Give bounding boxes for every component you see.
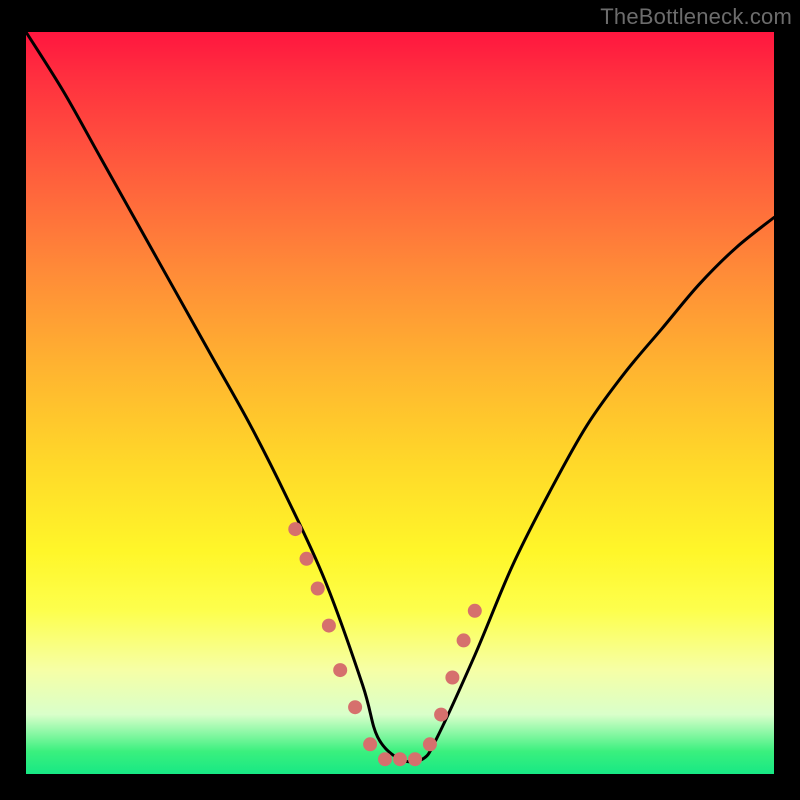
highlight-dot [445,671,459,685]
chart-plot-area [26,32,774,774]
highlight-dot [378,752,392,766]
highlight-dot [333,663,347,677]
highlight-dot [423,737,437,751]
highlight-dot [457,633,471,647]
highlight-dot [311,582,325,596]
bottleneck-curve [26,32,774,762]
highlight-dot [363,737,377,751]
highlight-dot [434,708,448,722]
highlight-dot [393,752,407,766]
highlight-dot [468,604,482,618]
chart-svg [26,32,774,774]
highlight-dots [288,522,482,766]
highlight-dot [300,552,314,566]
highlight-dot [408,752,422,766]
watermark-text: TheBottleneck.com [600,4,792,30]
chart-frame: TheBottleneck.com [0,0,800,800]
highlight-dot [322,619,336,633]
highlight-dot [288,522,302,536]
highlight-dot [348,700,362,714]
